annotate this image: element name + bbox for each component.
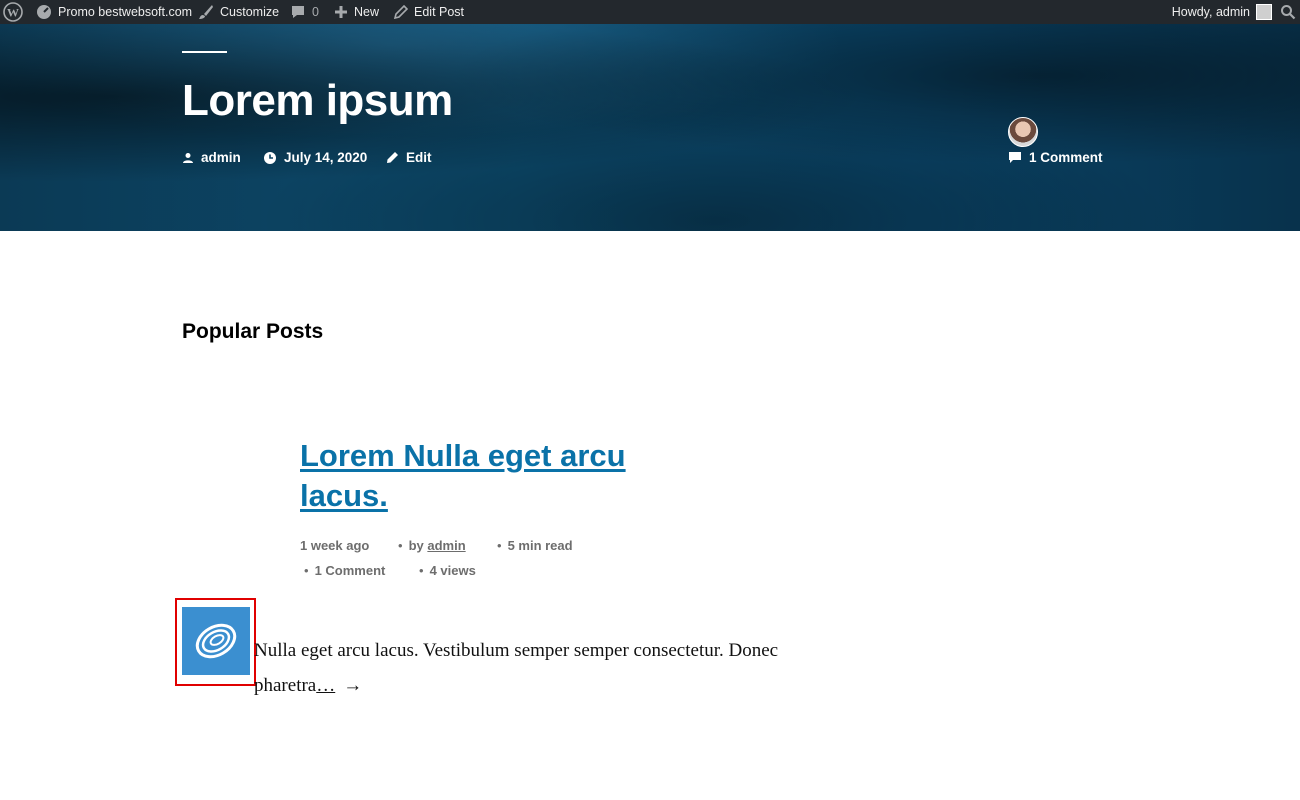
post-byline: • by admin (398, 538, 466, 553)
swirl-logo-icon (195, 623, 237, 659)
comments-count: 0 (312, 5, 319, 19)
customize-label: Customize (220, 5, 280, 19)
admin-bar-site-link[interactable]: Promo bestwebsoft.com (36, 0, 192, 24)
admin-bar-account[interactable]: Howdy, admin (1172, 0, 1272, 24)
post-author-link[interactable]: admin (182, 150, 241, 165)
admin-bar: W Promo bestwebsoft.com Customize 0 New (0, 0, 1300, 24)
post-comment-count: • 1 Comment (304, 563, 386, 578)
post-view-count: • 4 views (419, 563, 476, 578)
search-icon[interactable] (1280, 2, 1300, 22)
admin-bar-edit-post[interactable]: Edit Post (394, 0, 464, 24)
post-excerpt: Nulla eget arcu lacus. Vestibulum semper… (254, 633, 824, 703)
clock-icon (264, 151, 276, 164)
post-comments-label: 1 Comment (1029, 150, 1103, 165)
post-author-label: admin (201, 150, 241, 165)
popular-posts-heading: Popular Posts (182, 320, 324, 343)
post-time-ago-label: 1 week ago (300, 538, 370, 553)
avatar (1256, 4, 1272, 20)
post-comments-link[interactable]: 1 Comment (1008, 150, 1103, 165)
plus-icon (335, 6, 347, 18)
wordpress-logo-icon[interactable]: W (3, 2, 23, 22)
post-edit-link[interactable]: Edit (386, 150, 432, 165)
svg-text:W: W (7, 6, 19, 20)
admin-bar-new[interactable]: New (334, 0, 379, 24)
paintbrush-icon (199, 5, 213, 19)
post-date-link[interactable]: July 14, 2020 (263, 150, 367, 165)
page-title: Lorem ipsum (182, 76, 453, 125)
site-name-label: Promo bestwebsoft.com (58, 5, 193, 19)
howdy-label: Howdy, admin (1171, 5, 1250, 19)
user-icon (183, 152, 193, 163)
admin-bar-customize[interactable]: Customize (198, 0, 279, 24)
popular-post-title-link[interactable]: Lorem Nulla eget arcu lacus. (300, 436, 660, 516)
post-hero-header: Lorem ipsum admin July 14, 2020 Edit 1 C… (0, 24, 1300, 231)
pencil-icon (394, 5, 408, 19)
admin-bar-comments[interactable]: 0 (290, 0, 319, 24)
comment-count-label: 1 Comment (314, 563, 386, 578)
post-read-time: • 5 min read (497, 538, 573, 553)
avatar (1008, 117, 1038, 147)
title-divider (182, 51, 227, 53)
post-time-ago: 1 week ago (300, 538, 369, 553)
byline-by-label: by (408, 538, 424, 553)
new-label: New (354, 5, 380, 19)
read-more-link[interactable]: … (316, 675, 335, 696)
view-count-label: 4 views (429, 563, 476, 578)
post-date-label: July 14, 2020 (284, 150, 368, 165)
comment-bubble-icon (1009, 152, 1021, 163)
read-time-label: 5 min read (507, 538, 573, 553)
post-thumbnail[interactable] (182, 607, 250, 675)
comment-bubble-icon (292, 6, 304, 18)
pencil-icon (387, 152, 398, 163)
byline-author-link[interactable]: admin (427, 538, 465, 553)
edit-post-label: Edit Post (414, 5, 465, 19)
post-edit-label: Edit (406, 150, 432, 165)
dashboard-gauge-icon (37, 5, 51, 19)
arrow-right-icon: → (343, 675, 363, 696)
